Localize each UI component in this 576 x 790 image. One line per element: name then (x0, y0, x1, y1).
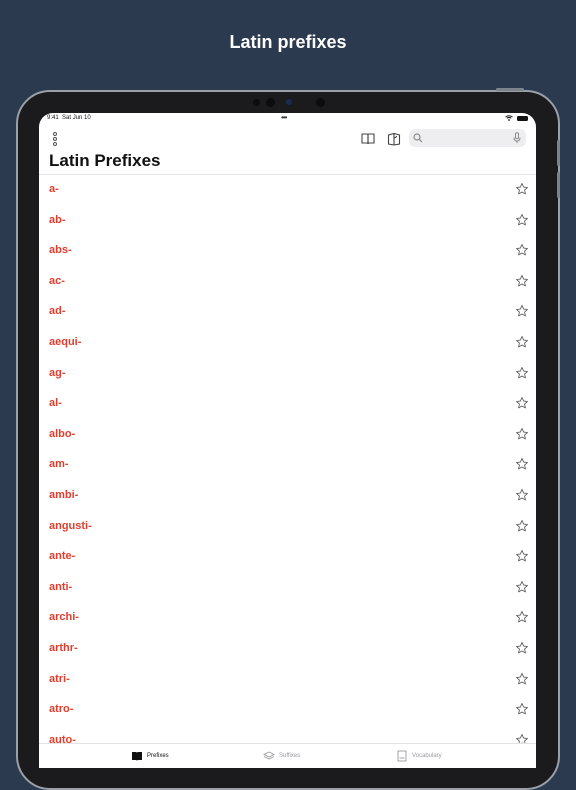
list-item[interactable]: ad- (39, 297, 536, 328)
microphone-icon[interactable] (513, 132, 521, 144)
list-item[interactable]: albo- (39, 420, 536, 451)
list-item[interactable]: atro- (39, 695, 536, 726)
camera-sensor (316, 98, 325, 107)
tab-bar: Prefixes Suffixes Vocabulary (39, 743, 536, 768)
list-item[interactable]: ambi- (39, 481, 536, 512)
tab-label: Suffixes (279, 753, 301, 759)
prefix-label: ambi- (49, 488, 79, 501)
prefix-label: arthr- (49, 641, 78, 654)
prefix-label: albo- (49, 427, 76, 440)
star-outline-icon[interactable] (515, 702, 529, 716)
star-outline-icon[interactable] (515, 641, 529, 655)
book-open-icon[interactable] (360, 131, 376, 147)
promo-title: Latin prefixes (229, 32, 347, 52)
star-outline-icon[interactable] (515, 580, 529, 594)
camera-sensor (266, 98, 275, 107)
prefix-label: ac- (49, 274, 65, 287)
camera-lens (286, 99, 292, 105)
prefix-label: ag- (49, 366, 66, 379)
prefix-label: ante- (49, 550, 76, 563)
camera-sensor (253, 99, 260, 106)
book-icon (132, 752, 142, 761)
star-outline-icon[interactable] (515, 488, 529, 502)
tab-label: Vocabulary (412, 753, 442, 759)
multitasking-dots-icon[interactable]: ••• (281, 113, 287, 122)
device-top-button (496, 88, 524, 91)
prefix-label: ad- (49, 305, 66, 318)
list-item[interactable]: al- (39, 389, 536, 420)
star-outline-icon[interactable] (515, 610, 529, 624)
star-outline-icon[interactable] (515, 427, 529, 441)
list-item[interactable]: am- (39, 450, 536, 481)
star-outline-icon[interactable] (515, 396, 529, 410)
list-item[interactable]: abs- (39, 236, 536, 267)
star-outline-icon[interactable] (515, 243, 529, 257)
tab-suffixes[interactable]: Suffixes (263, 750, 300, 762)
list-item[interactable]: anti- (39, 573, 536, 604)
list-item[interactable]: aequi- (39, 328, 536, 359)
star-outline-icon[interactable] (515, 519, 529, 533)
list-item[interactable]: ab- (39, 206, 536, 237)
search-icon (413, 133, 423, 143)
star-outline-icon[interactable] (515, 213, 529, 227)
prefix-label: atri- (49, 672, 70, 685)
prefix-label: am- (49, 458, 69, 471)
star-outline-icon[interactable] (515, 335, 529, 349)
prefix-list: a-ab-abs-ac-ad-aequi-ag-al-albo-am-ambi-… (39, 175, 536, 756)
prefix-label: atro- (49, 703, 74, 716)
book-share-icon[interactable] (386, 131, 402, 147)
status-time: 9:41 Sat Jun 10 (47, 115, 91, 121)
list-item[interactable]: angusti- (39, 512, 536, 543)
list-item[interactable]: a- (39, 175, 536, 206)
list-item[interactable]: arthr- (39, 634, 536, 665)
device-side-button (557, 172, 560, 198)
device-side-button (557, 140, 560, 166)
list-item[interactable]: atri- (39, 665, 536, 696)
tab-vocabulary[interactable]: Vocabulary (396, 750, 442, 762)
search-field[interactable] (409, 129, 526, 147)
star-outline-icon[interactable] (515, 366, 529, 380)
list-item[interactable]: ag- (39, 359, 536, 390)
list-item[interactable]: ac- (39, 267, 536, 298)
list-item[interactable]: ante- (39, 542, 536, 573)
stack-icon (263, 751, 275, 760)
star-outline-icon[interactable] (515, 304, 529, 318)
list-item[interactable]: archi- (39, 603, 536, 634)
prefix-label: al- (49, 397, 62, 410)
star-outline-icon[interactable] (515, 274, 529, 288)
prefix-label: aequi- (49, 335, 82, 348)
tab-label: Prefixes (147, 753, 169, 759)
page-title: Latin Prefixes (49, 151, 161, 170)
wifi-icon (505, 115, 513, 121)
battery-icon (517, 115, 528, 121)
prefix-label: archi- (49, 611, 79, 624)
prefix-label: abs- (49, 244, 72, 257)
prefix-label: anti- (49, 580, 73, 593)
status-indicators (505, 115, 528, 121)
app-screen: 9:41 Sat Jun 10 ••• Latin Prefixes a- ab… (39, 113, 536, 768)
document-icon (397, 750, 407, 762)
tab-prefixes[interactable]: Prefixes (131, 750, 169, 762)
more-icon[interactable] (51, 131, 59, 147)
prefix-label: ab- (49, 213, 66, 226)
prefix-label: angusti- (49, 519, 92, 532)
star-outline-icon[interactable] (515, 457, 529, 471)
status-bar: 9:41 Sat Jun 10 ••• (39, 113, 536, 127)
star-outline-icon[interactable] (515, 182, 529, 196)
prefix-label: a- (49, 183, 59, 195)
star-outline-icon[interactable] (515, 549, 529, 563)
star-outline-icon[interactable] (515, 672, 529, 686)
